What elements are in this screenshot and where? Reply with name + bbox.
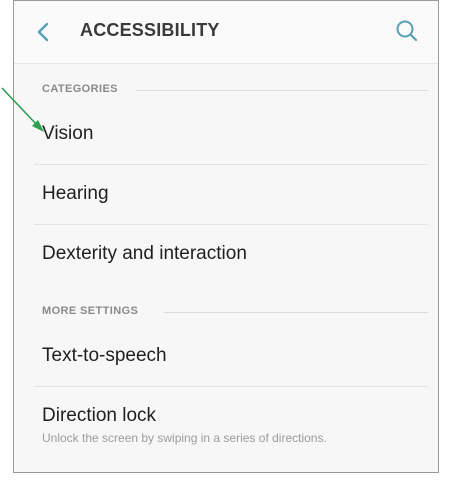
section-label: MORE SETTINGS xyxy=(42,305,139,317)
annotation-arrow-icon xyxy=(1,87,44,132)
list-item-text-to-speech[interactable]: Text-to-speech xyxy=(14,327,438,387)
settings-screen: ACCESSIBILITY CATEGORIES Vision Hearing … xyxy=(13,0,439,473)
section-rule xyxy=(164,312,428,313)
list-item-label: Text-to-speech xyxy=(42,345,167,366)
list-item-label: Dexterity and interaction xyxy=(42,243,247,264)
list-item-description: Unlock the screen by swiping in a series… xyxy=(42,431,327,445)
list-item-dexterity-and-interaction[interactable]: Dexterity and interaction xyxy=(14,225,438,285)
section-header-more-settings: MORE SETTINGS xyxy=(14,303,438,323)
list-item-label: Direction lock xyxy=(42,405,157,426)
app-bar: ACCESSIBILITY xyxy=(14,1,438,64)
page-title: ACCESSIBILITY xyxy=(80,20,220,40)
section-header-categories: CATEGORIES xyxy=(14,81,438,101)
section-rule xyxy=(136,90,428,91)
list-item-hearing[interactable]: Hearing xyxy=(14,165,438,225)
search-icon[interactable] xyxy=(394,18,420,44)
back-icon[interactable] xyxy=(36,21,50,43)
list-item-direction-lock[interactable]: Direction lock Unlock the screen by swip… xyxy=(14,387,438,472)
list-item-label: Hearing xyxy=(42,183,109,204)
list-item-vision[interactable]: Vision xyxy=(14,105,438,165)
